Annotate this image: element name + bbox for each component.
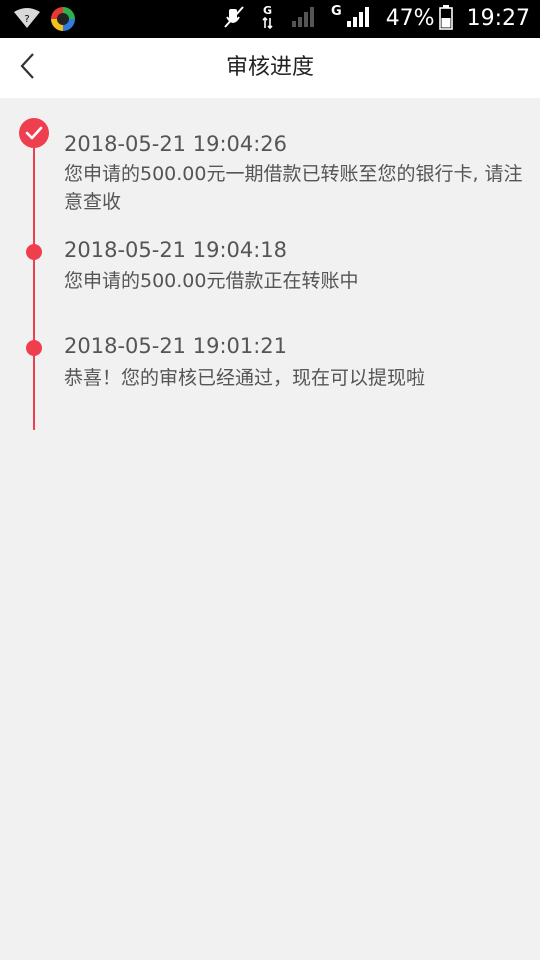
timeline-time: 2018-05-21 19:04:26 <box>64 132 288 156</box>
battery-percent: 47% <box>385 6 435 31</box>
mute-icon <box>223 5 245 33</box>
timeline-message: 恭喜！您的审核已经通过，现在可以提现啦 <box>64 367 426 389</box>
timeline-line <box>33 120 35 430</box>
battery-icon <box>438 4 453 34</box>
status-bar: ? G G 47% 19:27 <box>0 0 540 38</box>
cell-signal-icon <box>346 5 372 33</box>
page-title: 审核进度 <box>225 55 314 80</box>
timeline-message: 您申请的500.00元借款正在转账中 <box>64 270 359 292</box>
svg-text:G: G <box>263 4 272 17</box>
timeline-dot <box>26 244 42 260</box>
signal-icon: ? <box>12 6 42 34</box>
network-type-label: G <box>331 3 342 19</box>
data-icon: G <box>259 4 277 34</box>
timeline-time: 2018-05-21 19:04:18 <box>64 238 288 262</box>
chevron-left-icon <box>18 51 38 85</box>
progress-timeline: 2018-05-21 19:04:26 您申请的500.00元一期借款已转账至您… <box>0 98 540 430</box>
cell-signal-icon <box>291 5 317 33</box>
timeline-message: 您申请的500.00元一期借款已转账至您的银行卡, 请注意查收 <box>64 163 523 213</box>
check-icon <box>19 118 49 148</box>
clock: 19:27 <box>466 6 530 31</box>
timeline-time: 2018-05-21 19:01:21 <box>64 334 288 358</box>
timeline-dot <box>26 340 42 356</box>
back-button[interactable] <box>8 48 48 88</box>
nav-bar: 审核进度 <box>0 38 540 98</box>
app-icon <box>50 6 76 36</box>
svg-text:?: ? <box>24 14 29 25</box>
status-bar-right: G G 47% 19:27 <box>223 0 530 38</box>
